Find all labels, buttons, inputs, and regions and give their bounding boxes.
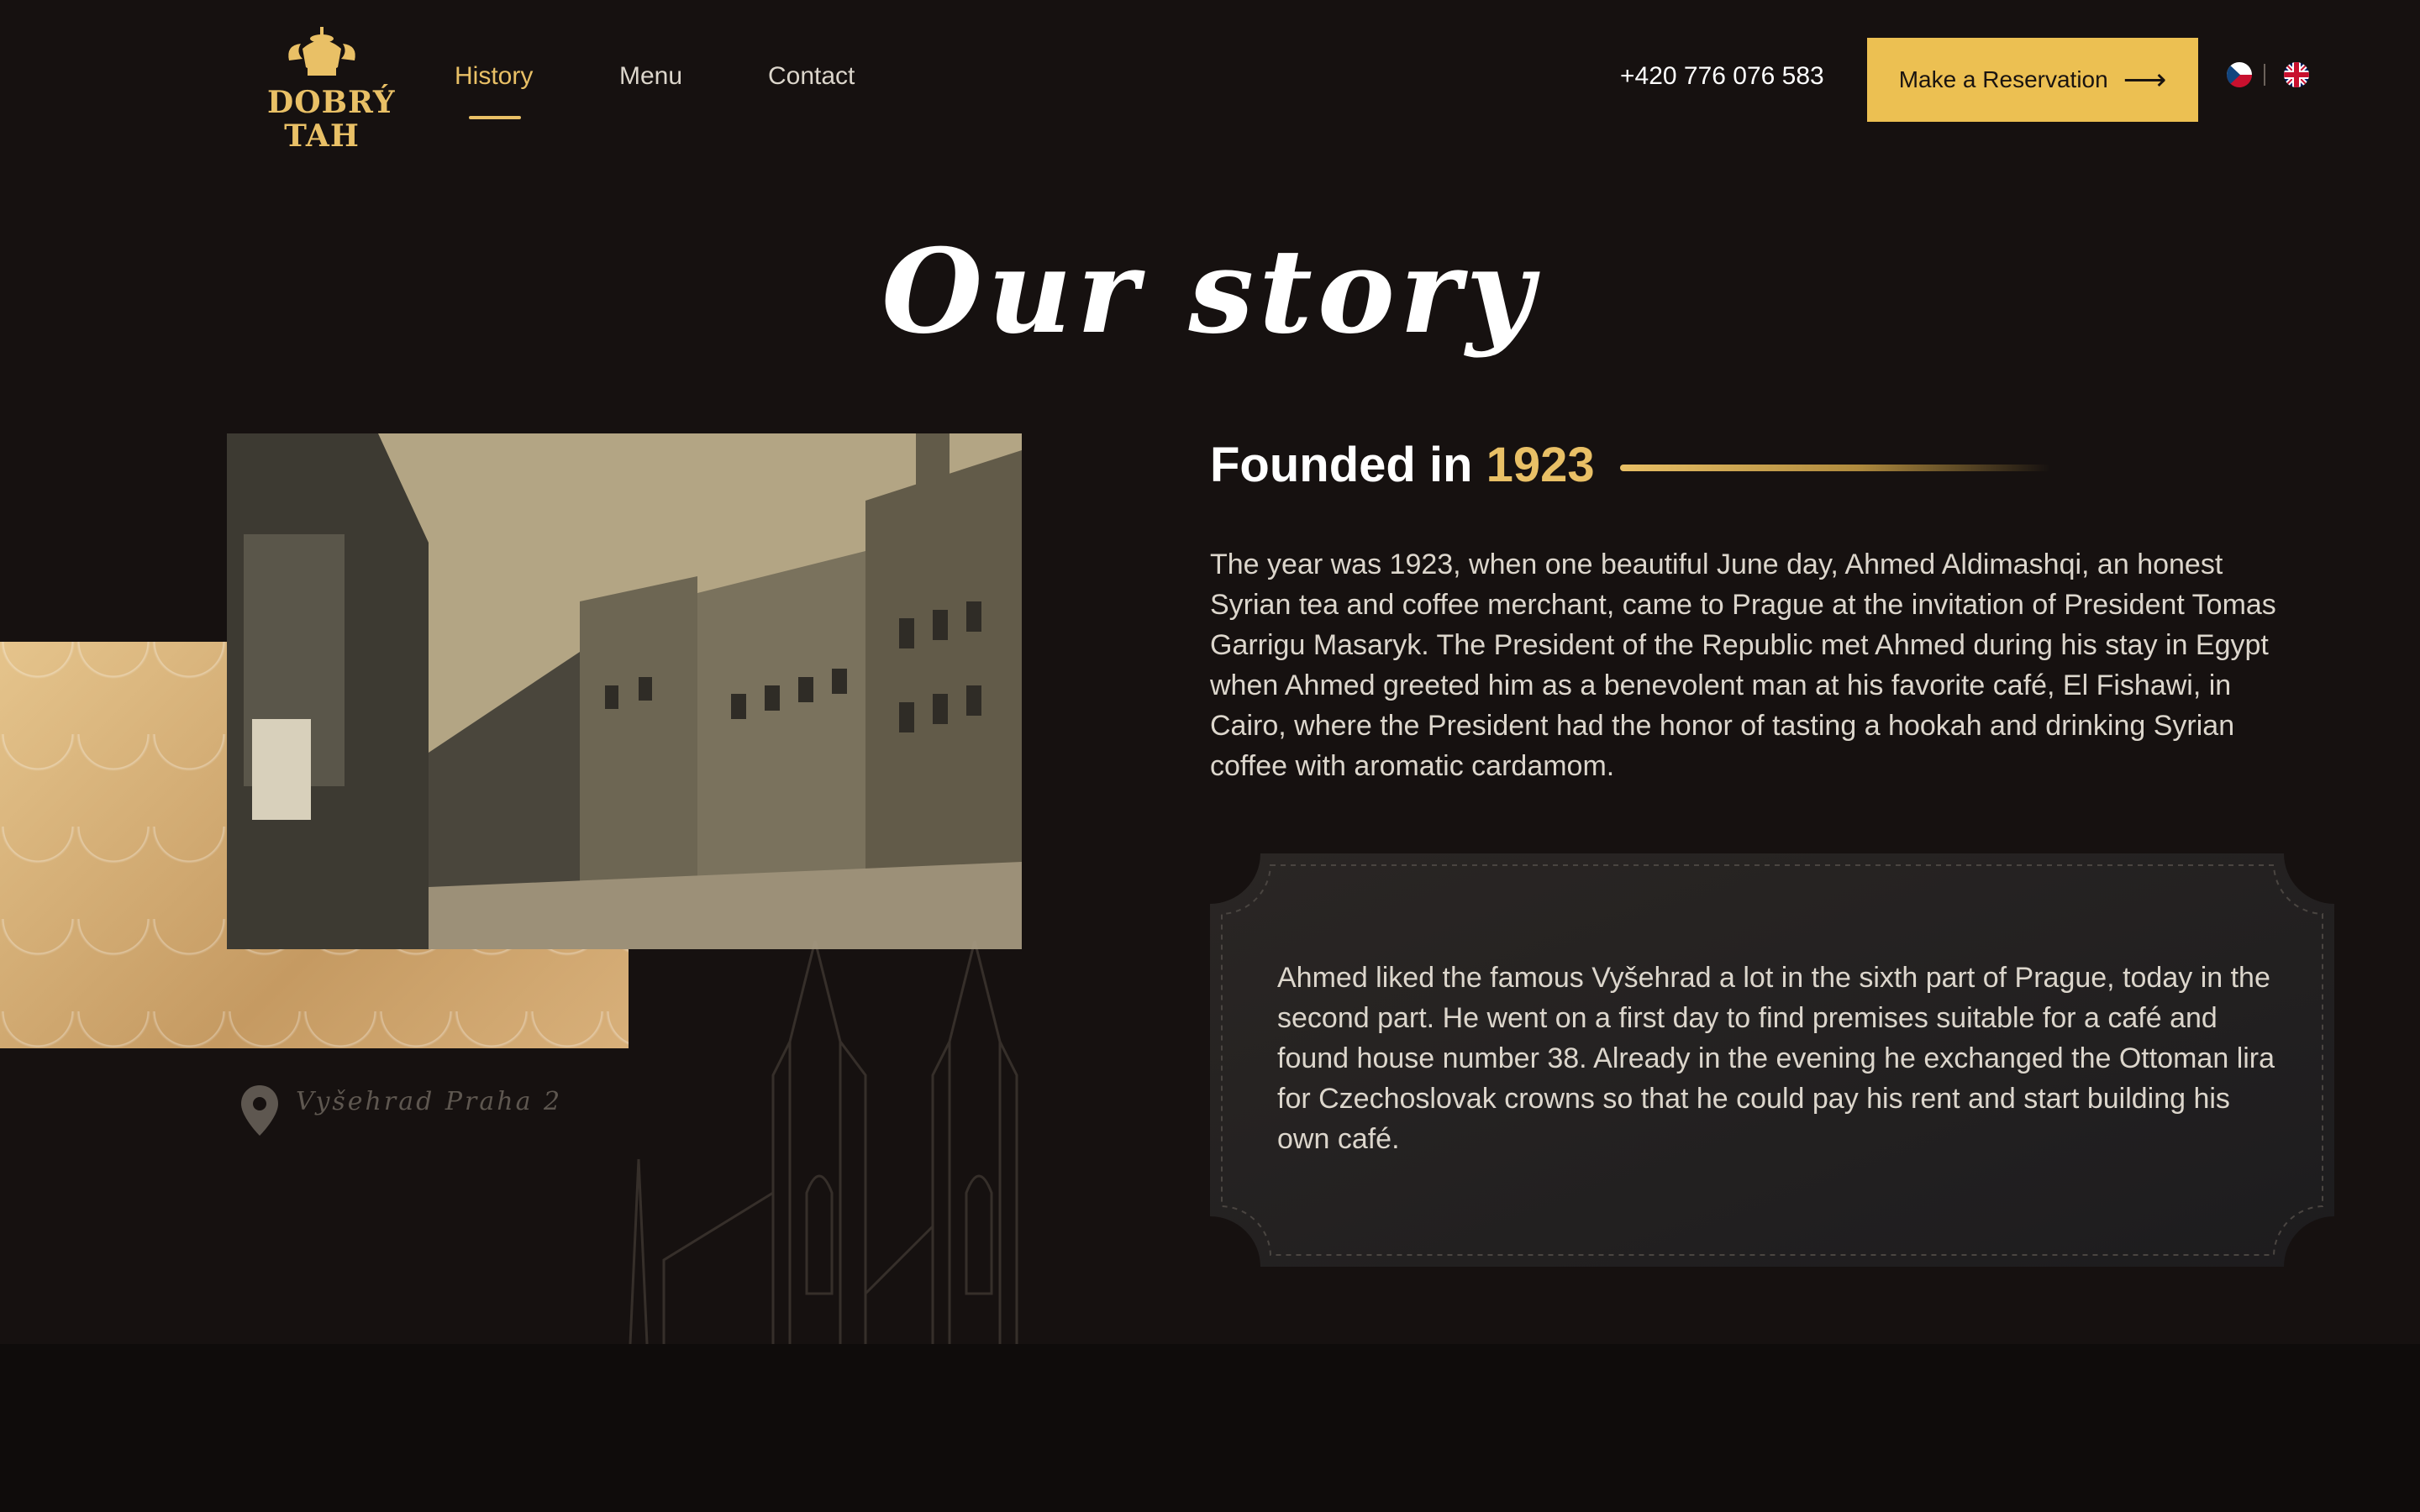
- founded-heading: Founded in 1923: [1210, 437, 1595, 493]
- story-paragraph-2: Ahmed liked the famous Vyšehrad a lot in…: [1277, 962, 2275, 1155]
- founded-prefix: Founded in: [1210, 438, 1473, 492]
- page-title: Our story: [881, 223, 1539, 360]
- nav-active-indicator: [469, 116, 521, 119]
- location-pin-icon: [241, 1085, 278, 1136]
- location-label: Vyšehrad Praha 2: [296, 1087, 563, 1116]
- make-reservation-label: Make a Reservation: [1898, 66, 2108, 92]
- story-paragraph-1: The year was 1923, when one beautiful Ju…: [1210, 549, 2276, 782]
- logo[interactable]: DOBRÝ TAH: [267, 24, 396, 158]
- make-reservation-button[interactable]: Make a Reservation ⟶: [1867, 38, 2198, 122]
- uk-flag-icon[interactable]: [2284, 62, 2309, 87]
- cz-flag-icon[interactable]: [2227, 62, 2252, 87]
- nav-history[interactable]: History: [455, 62, 533, 91]
- gold-divider-line: [1620, 465, 2050, 471]
- historic-street-photo: [227, 433, 1022, 949]
- logo-line-1: DOBRÝ: [267, 85, 396, 120]
- hookah-logo-icon: [288, 27, 355, 76]
- footer-band: [0, 1344, 2420, 1512]
- logo-line-2: TAH: [284, 118, 360, 154]
- nav-menu[interactable]: Menu: [619, 62, 682, 91]
- language-divider: [2264, 64, 2265, 86]
- church-sketch-illustration: [629, 941, 1018, 1344]
- founded-year: 1923: [1486, 438, 1595, 492]
- arrow-right-icon: ⟶: [2123, 62, 2167, 97]
- phone-link[interactable]: +420 776 076 583: [1620, 62, 1824, 91]
- nav-contact[interactable]: Contact: [768, 62, 855, 91]
